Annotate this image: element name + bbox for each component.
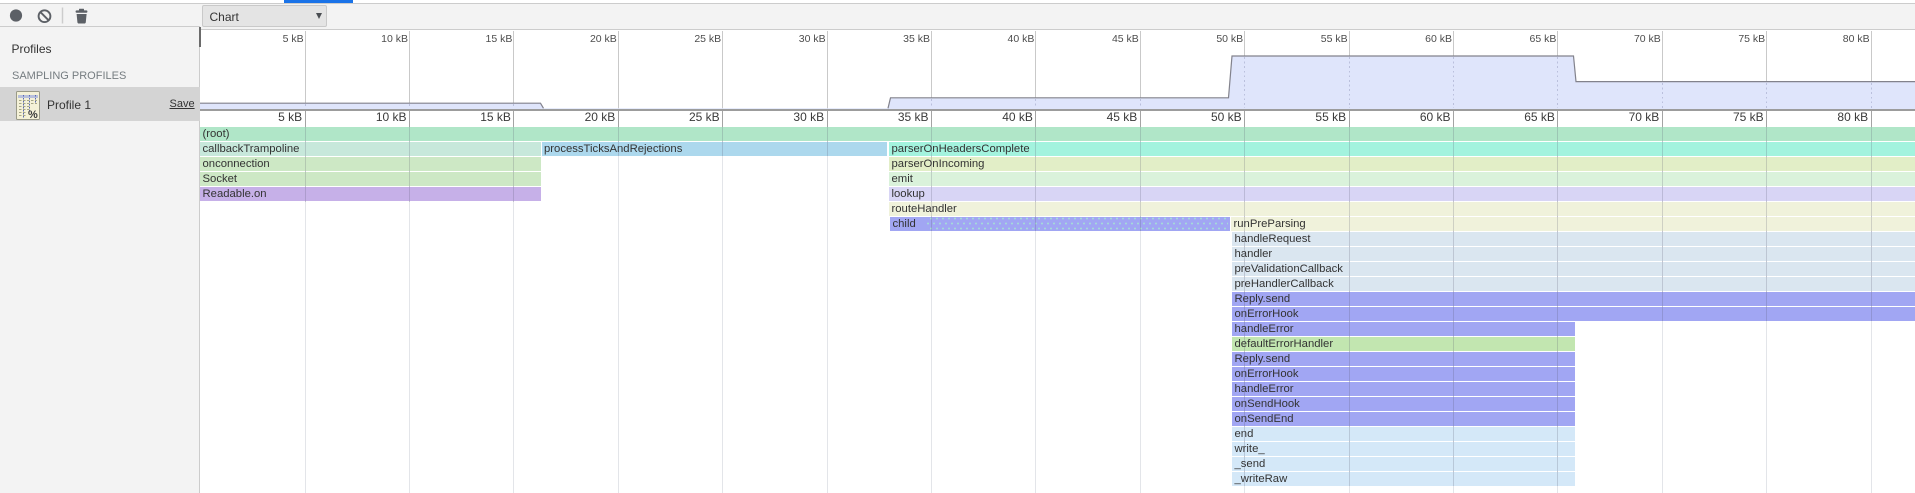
svg-text:%: % bbox=[28, 109, 38, 120]
